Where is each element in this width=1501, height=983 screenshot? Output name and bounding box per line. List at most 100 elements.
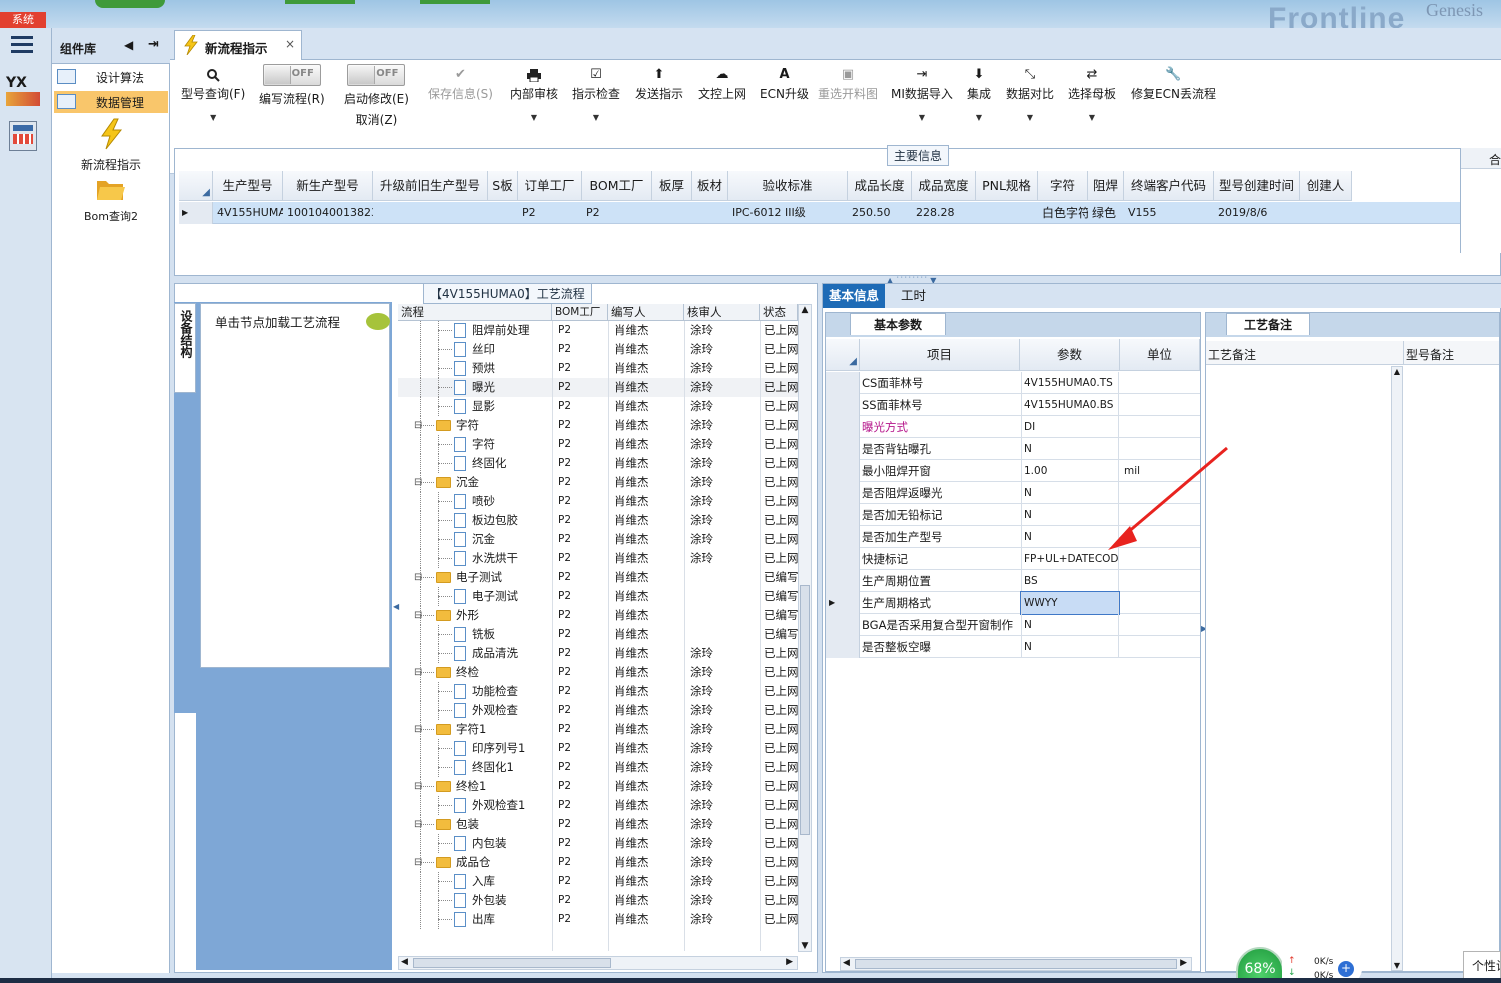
grid-cell[interactable]: 10010400138230 <box>283 202 373 224</box>
tree-row[interactable]: 内包装 P2 肖维杰 涂玲 已上网 <box>398 834 798 853</box>
param-row[interactable]: 是否整板空曝 N <box>826 636 1200 658</box>
tree-row[interactable]: ⊟ 沉金 P2 肖维杰 涂玲 已上网 <box>398 473 798 492</box>
dropdown-arrow-icon[interactable]: ▼ <box>572 113 620 122</box>
collapse-node-icon[interactable]: ⊟ <box>414 568 422 587</box>
repair-ecn-button[interactable]: 🔧 修复ECN丢流程 <box>1131 60 1216 102</box>
column-header[interactable]: 板厚 <box>652 171 692 201</box>
tab-process-notes[interactable]: 工艺备注 <box>1226 313 1310 335</box>
grid-cell[interactable] <box>652 202 692 224</box>
tab-basic-info[interactable]: 基本信息 <box>823 284 886 308</box>
column-header[interactable]: 板材 <box>692 171 728 201</box>
tree-row[interactable]: 终固化 P2 肖维杰 涂玲 已上网 <box>398 454 798 473</box>
column-header[interactable]: 成品宽度 <box>912 171 976 201</box>
grid-cell[interactable]: 绿色 <box>1088 202 1124 224</box>
tree-row[interactable]: 印序列号1 P2 肖维杰 涂玲 已上网 <box>398 739 798 758</box>
tree-row[interactable]: 板边包胶 P2 肖维杰 涂玲 已上网 <box>398 511 798 530</box>
collapse-node-icon[interactable]: ⊟ <box>414 606 422 625</box>
ecn-upgrade-button[interactable]: A ECN升级 <box>760 60 809 102</box>
data-compare-button[interactable]: ⤡ 数据对比 ▼ <box>1006 60 1054 122</box>
param-row[interactable]: ▶ 生产周期格式 WWYY <box>826 591 1200 615</box>
quick-access-icon[interactable] <box>285 0 355 4</box>
tree-row[interactable]: ⊟ 终检1 P2 肖维杰 涂玲 已上网 <box>398 777 798 796</box>
grid-cell[interactable]: 228.28 <box>912 202 976 224</box>
grid-cell[interactable] <box>373 202 488 224</box>
horizontal-scrollbar[interactable]: ◀ ▶ <box>840 957 1192 971</box>
grid-cell[interactable] <box>976 202 1038 224</box>
param-value-field[interactable]: 4V155HUMA0.TS <box>1021 372 1119 394</box>
tree-row[interactable]: 阻焊前处理 P2 肖维杰 涂玲 已上网 <box>398 321 798 340</box>
grid-cell[interactable] <box>1300 202 1352 224</box>
tree-row[interactable]: ⊟ 电子测试 P2 肖维杰 已编写 <box>398 568 798 587</box>
dropdown-arrow-icon[interactable]: ▼ <box>1006 113 1054 122</box>
tree-row[interactable]: 喷砂 P2 肖维杰 涂玲 已上网 <box>398 492 798 511</box>
column-header[interactable]: BOM工厂 <box>582 171 652 201</box>
param-value-field[interactable]: DI <box>1021 416 1119 438</box>
collapse-node-icon[interactable]: ⊟ <box>414 720 422 739</box>
edit-flow-toggle[interactable]: OFF <box>262 64 321 86</box>
column-header[interactable]: 订单工厂 <box>518 171 582 201</box>
grid-cell[interactable]: 250.50 <box>848 202 912 224</box>
dropdown-arrow-icon[interactable]: ▼ <box>891 113 953 122</box>
collapse-node-icon[interactable]: ⊟ <box>414 473 422 492</box>
grid-cell[interactable]: IPC-6012 III级 <box>728 202 848 224</box>
param-value-field[interactable]: BS <box>1021 570 1119 592</box>
system-menu-tab[interactable]: 系统 <box>0 12 46 28</box>
tree-row[interactable]: 显影 P2 肖维杰 涂玲 已上网 <box>398 397 798 416</box>
quick-access-icon[interactable] <box>95 0 165 8</box>
internal-review-button[interactable]: 内部审核 ▼ <box>510 60 558 122</box>
column-header[interactable]: 成品长度 <box>848 171 912 201</box>
mi-data-import-button[interactable]: ⇥ MI数据导入 ▼ <box>891 60 953 122</box>
param-value-field[interactable]: N <box>1021 614 1119 636</box>
table-row[interactable]: ▶ 4V155HUMA010010400138230 P2P2 IPC-6012 I… <box>179 202 1463 224</box>
document-upload-button[interactable]: ☁ 文控上网 <box>698 60 746 102</box>
tree-row[interactable]: ⊟ 字符 P2 肖维杰 涂玲 已上网 <box>398 416 798 435</box>
dropdown-arrow-icon[interactable]: ▼ <box>967 113 991 122</box>
tree-row[interactable]: 曝光 P2 肖维杰 涂玲 已上网 <box>398 378 798 397</box>
shortcut-new-flow[interactable]: 新流程指示 <box>52 118 170 172</box>
select-mother-board-button[interactable]: ⇄ 选择母板 ▼ <box>1068 60 1116 122</box>
nav-item-design-algorithm[interactable]: 设计算法 <box>54 66 168 88</box>
param-value-field[interactable]: N <box>1021 636 1119 658</box>
tree-row[interactable]: 外观检查1 P2 肖维杰 涂玲 已上网 <box>398 796 798 815</box>
column-header[interactable]: 型号创建时间 <box>1214 171 1300 201</box>
column-header[interactable]: 升级前旧生产型号 <box>373 171 488 201</box>
tree-row[interactable]: 成品清洗 P2 肖维杰 涂玲 已上网 <box>398 644 798 663</box>
cancel-button[interactable]: 取消(Z) <box>344 111 409 128</box>
column-header[interactable]: 生产型号 <box>213 171 283 201</box>
factory-icon[interactable]: YX <box>6 76 40 108</box>
param-row[interactable]: 生产周期位置 BS <box>826 570 1200 592</box>
collapse-node-icon[interactable]: ⊟ <box>414 416 422 435</box>
collapse-node-icon[interactable]: ⊟ <box>414 777 422 796</box>
column-header[interactable]: 终端客户代码 <box>1124 171 1214 201</box>
tree-row[interactable]: 功能检查 P2 肖维杰 涂玲 已上网 <box>398 682 798 701</box>
vertical-scrollbar[interactable]: ▲ ▼ <box>1391 366 1403 971</box>
tree-row[interactable]: 水洗烘干 P2 肖维杰 涂玲 已上网 <box>398 549 798 568</box>
dropdown-arrow-icon[interactable]: ▼ <box>1068 113 1116 122</box>
start-edit-toggle[interactable]: OFF <box>347 64 406 86</box>
tab-work-hours[interactable]: 工时 <box>895 284 932 308</box>
tree-row[interactable]: 沉金 P2 肖维杰 涂玲 已上网 <box>398 530 798 549</box>
grid-cell[interactable]: 白色字符 <box>1038 202 1088 224</box>
grid-cell[interactable]: 4V155HUMA0 <box>213 202 283 224</box>
pin-panel-icon[interactable]: ⇥ <box>148 37 159 52</box>
integrate-button[interactable]: ⬇ 集成 ▼ <box>967 60 991 122</box>
close-tab-icon[interactable]: × <box>285 37 295 51</box>
tree-row[interactable]: 丝印 P2 肖维杰 涂玲 已上网 <box>398 340 798 359</box>
reselect-cutting-chart-button[interactable]: ▣ 重选开料图 <box>818 60 878 102</box>
instruction-check-button[interactable]: ☑ 指示检查 ▼ <box>572 60 620 122</box>
collapse-left-icon[interactable]: ◀ <box>124 38 133 52</box>
tree-row[interactable]: ⊟ 终检 P2 肖维杰 涂玲 已上网 <box>398 663 798 682</box>
tree-row[interactable]: 铣板 P2 肖维杰 已编写 <box>398 625 798 644</box>
tree-row[interactable]: 外观检查 P2 肖维杰 涂玲 已上网 <box>398 701 798 720</box>
param-row[interactable]: 曝光方式 DI <box>826 416 1200 438</box>
save-info-button[interactable]: ✔ 保存信息(S) <box>428 60 493 102</box>
param-row[interactable]: BGA是否采用复合型开窗制作 N <box>826 614 1200 636</box>
plus-icon[interactable]: + <box>1338 961 1354 977</box>
shortcut-bom-query[interactable]: Bom查询2 <box>52 176 170 224</box>
grid-cell[interactable]: P2 <box>518 202 582 224</box>
tree-row[interactable]: 字符 P2 肖维杰 涂玲 已上网 <box>398 435 798 454</box>
column-header[interactable]: 字符 <box>1038 171 1088 201</box>
tree-row[interactable]: 外包装 P2 肖维杰 涂玲 已上网 <box>398 891 798 910</box>
tree-row[interactable]: 电子测试 P2 肖维杰 已编写 <box>398 587 798 606</box>
tab-equipment-structure[interactable]: 设备结构 <box>174 303 196 393</box>
